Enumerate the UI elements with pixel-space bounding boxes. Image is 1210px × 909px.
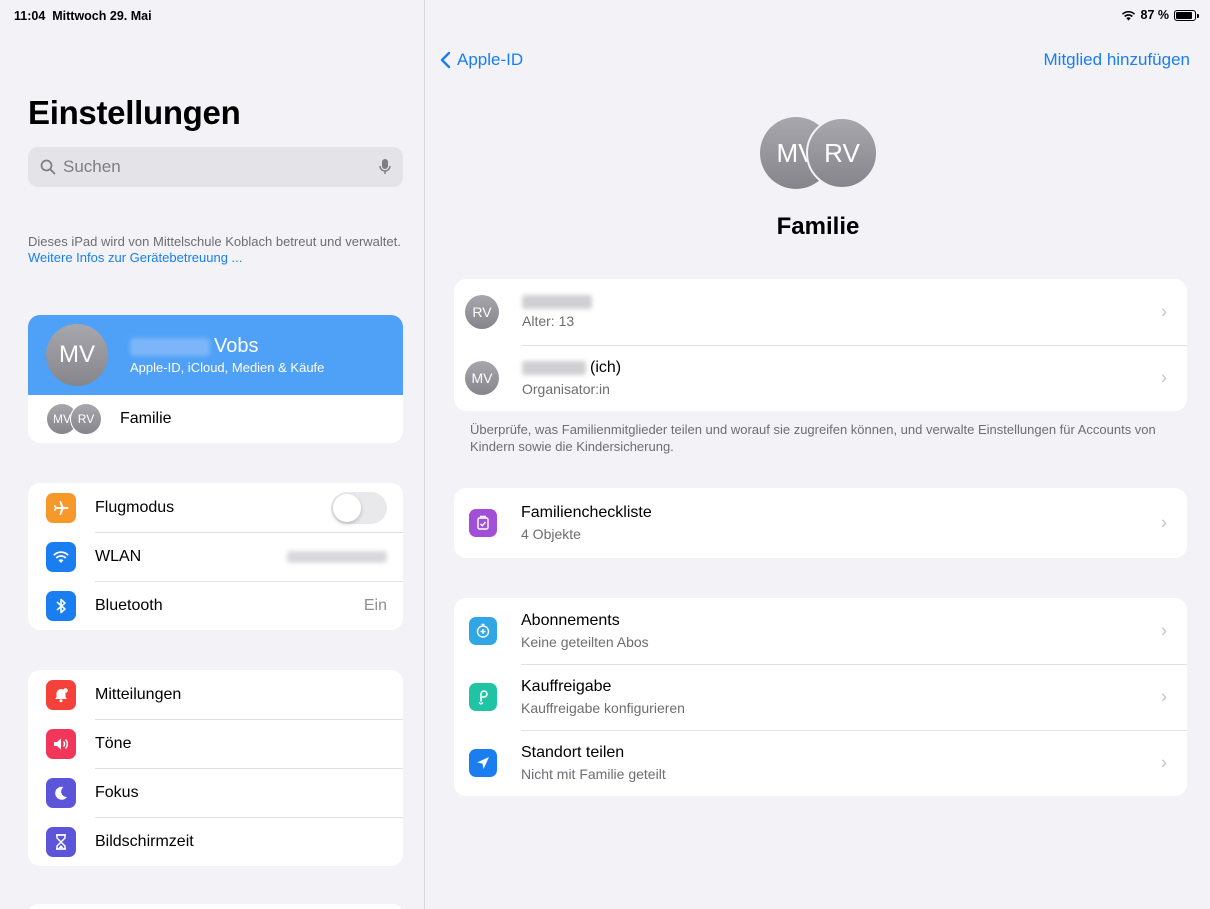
status-bar: 11:04 Mittwoch 29. Mai 87 % [0, 0, 1210, 28]
checklist-icon [469, 509, 497, 537]
hourglass-icon [46, 826, 76, 857]
redacted-name [522, 361, 586, 375]
sidebar-item-flugmodus[interactable]: Flugmodus [28, 483, 403, 532]
connectivity-group: Flugmodus WLAN Bluetooth Ein [28, 483, 403, 630]
microphone-icon[interactable] [379, 158, 391, 176]
chevron-right-icon: › [1161, 512, 1167, 533]
apple-id-card: MV Vobs Apple-ID, iCloud, Medien & Käufe… [28, 315, 403, 443]
profile-subtitle: Apple-ID, iCloud, Medien & Käufe [130, 360, 325, 375]
search-placeholder: Suchen [63, 157, 121, 176]
member-subtitle: Alter: 13 [522, 313, 575, 329]
row-subtitle: Nicht mit Familie geteilt [521, 766, 666, 782]
redacted-network-name [287, 550, 387, 563]
avatar: RV [465, 295, 499, 329]
status-right: 87 % [1121, 8, 1199, 22]
sidebar-item-fokus[interactable]: Fokus [28, 768, 403, 817]
sidebar-item-label: Töne [95, 734, 132, 752]
managed-device-notice: Dieses iPad wird von Mittelschule Koblac… [28, 234, 408, 266]
member-name [522, 295, 592, 309]
avatar: RV [70, 403, 102, 435]
sidebar-item-label: Fokus [95, 783, 139, 801]
row-title: Abonnements [521, 612, 620, 629]
sidebar-item-label: Flugmodus [95, 498, 175, 516]
next-group-peek [28, 904, 403, 909]
list-item[interactable]: MV (ich) Organisator:in › [454, 345, 1187, 411]
avatar: MV [465, 361, 499, 395]
sidebar-item-wlan[interactable]: WLAN [28, 532, 403, 581]
standort-teilen-row[interactable]: Standort teilen Nicht mit Familie geteil… [454, 730, 1187, 796]
search-field[interactable]: Suchen [28, 147, 403, 187]
chevron-left-icon [440, 51, 451, 69]
battery-percent: 87 % [1140, 8, 1170, 22]
wifi-status-icon [1121, 10, 1135, 20]
chevron-right-icon: › [1161, 620, 1167, 641]
familiencheckliste-row[interactable]: Familiencheckliste 4 Objekte › [454, 488, 1187, 558]
list-item[interactable]: RV Alter: 13 › [454, 279, 1187, 345]
sidebar-item-label: Familie [120, 410, 172, 427]
chevron-right-icon: › [1161, 686, 1167, 707]
chevron-right-icon: › [1161, 301, 1167, 322]
sharing-group: Abonnements Keine geteilten Abos › Kauff… [454, 598, 1187, 796]
sidebar-item-label: WLAN [95, 547, 142, 565]
airplane-icon [46, 492, 76, 523]
notification-bell-icon [46, 679, 76, 710]
row-title: Kauffreigabe [521, 678, 612, 695]
member-name: (ich) [522, 359, 621, 377]
back-button[interactable]: Apple-ID [440, 50, 523, 70]
apple-id-row[interactable]: MV Vobs Apple-ID, iCloud, Medien & Käufe [28, 315, 403, 395]
checklist-group: Familiencheckliste 4 Objekte › [454, 488, 1187, 558]
purchase-sharing-icon [469, 683, 497, 711]
settings-sidebar: Einstellungen Suchen Dieses iPad wird vo… [0, 0, 425, 909]
family-footnote: Überprüfe, was Familienmitglieder teilen… [470, 422, 1156, 454]
status-time: 11:04 Mittwoch 29. Mai [14, 9, 152, 23]
sidebar-item-mitteilungen[interactable]: Mitteilungen [28, 670, 403, 719]
row-title: Standort teilen [521, 744, 625, 761]
family-avatars: MV RV [46, 403, 102, 435]
add-member-button[interactable]: Mitglied hinzufügen [1044, 50, 1190, 70]
family-detail-pane: Apple-ID Mitglied hinzufügen MV RV Famil… [426, 0, 1210, 909]
sidebar-title: Einstellungen [28, 94, 241, 131]
page-title: Familie [776, 213, 860, 240]
speaker-icon [46, 728, 76, 759]
airplane-mode-toggle[interactable] [331, 491, 387, 524]
sidebar-item-familie[interactable]: MV RV Familie [28, 395, 403, 443]
moon-icon [46, 777, 76, 808]
row-subtitle: Keine geteilten Abos [521, 634, 649, 650]
member-subtitle: Organisator:in [522, 381, 610, 397]
kauffreigabe-row[interactable]: Kauffreigabe Kauffreigabe konfigurieren … [454, 664, 1187, 730]
search-icon [40, 159, 56, 175]
sidebar-item-label: Mitteilungen [95, 685, 182, 703]
redacted-name [522, 295, 592, 309]
abonnements-row[interactable]: Abonnements Keine geteilten Abos › [454, 598, 1187, 664]
redacted-first-name [130, 337, 210, 356]
family-members-list: RV Alter: 13 › MV (ich) Organisator:in › [454, 279, 1187, 411]
managed-info-link[interactable]: Weitere Infos zur Gerätebetreuung ... [28, 250, 242, 265]
notifications-group: Mitteilungen Töne Fokus Bildschirmzeit [28, 670, 403, 866]
avatar: MV [46, 324, 108, 386]
profile-name: Vobs [130, 335, 324, 358]
avatar: RV [806, 117, 878, 189]
sidebar-item-label: Bildschirmzeit [95, 832, 194, 850]
wifi-icon [46, 541, 76, 572]
subscriptions-icon [469, 617, 497, 645]
sidebar-item-bildschirmzeit[interactable]: Bildschirmzeit [28, 817, 403, 866]
row-subtitle: 4 Objekte [521, 526, 581, 542]
bluetooth-icon [46, 590, 76, 621]
chevron-right-icon: › [1161, 367, 1167, 388]
row-title: Familiencheckliste [521, 504, 652, 521]
battery-icon [1174, 9, 1199, 21]
row-subtitle: Kauffreigabe konfigurieren [521, 700, 685, 716]
location-arrow-icon [469, 749, 497, 777]
sidebar-item-label: Bluetooth [95, 596, 163, 614]
sidebar-item-toene[interactable]: Töne [28, 719, 403, 768]
chevron-right-icon: › [1161, 752, 1167, 773]
bluetooth-value: Ein [363, 596, 387, 614]
sidebar-item-bluetooth[interactable]: Bluetooth Ein [28, 581, 403, 630]
managed-text: Dieses iPad wird von Mittelschule Koblac… [28, 234, 401, 249]
family-hero-avatars: MV RV [760, 117, 880, 189]
back-label: Apple-ID [457, 50, 524, 69]
